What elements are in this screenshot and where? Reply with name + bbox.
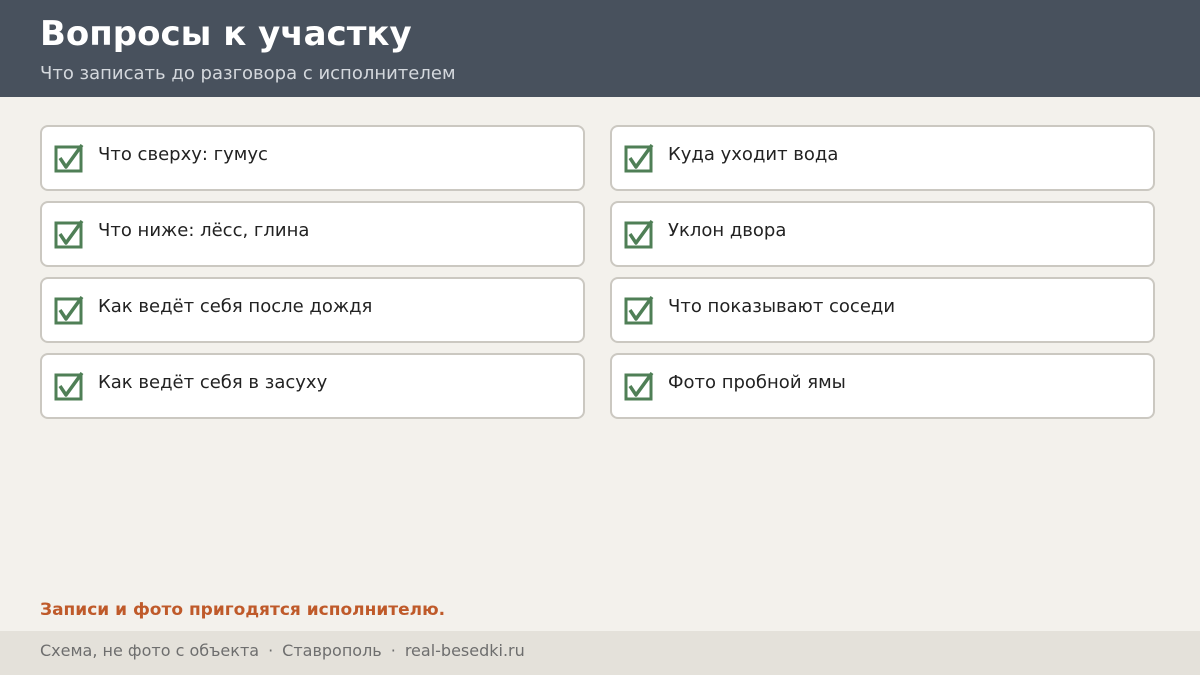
- footer-site: real-besedki.ru: [404, 641, 525, 660]
- checklist-item-label: Что сверху: гумус: [98, 144, 268, 165]
- checklist-item: Что показывают соседи: [610, 277, 1155, 343]
- checklist-item-label: Как ведёт себя в засуху: [98, 372, 328, 393]
- footer-city: Ставрополь: [282, 641, 382, 660]
- checklist-item: Куда уходит вода: [610, 125, 1155, 191]
- checked-box-icon: [54, 296, 84, 325]
- header: Вопросы к участку Что записать до разгов…: [0, 0, 1200, 97]
- checked-box-icon: [54, 144, 84, 173]
- checklist-item: Что сверху: гумус: [40, 125, 585, 191]
- checked-box-icon: [54, 372, 84, 401]
- checked-box-icon: [624, 296, 654, 325]
- checklist-item-label: Фото пробной ямы: [668, 372, 846, 393]
- checked-box-icon: [54, 220, 84, 249]
- footer: Схема, не фото с объекта · Ставрополь · real…: [0, 631, 1200, 675]
- page-subtitle: Что записать до разговора с исполнителем: [40, 63, 456, 84]
- checklist-item: Как ведёт себя после дождя: [40, 277, 585, 343]
- checked-box-icon: [624, 220, 654, 249]
- checklist-item: Уклон двора: [610, 201, 1155, 267]
- checklist-item-label: Что показывают соседи: [668, 296, 896, 317]
- checklist-item-label: Что ниже: лёсс, глина: [98, 220, 310, 241]
- footer-separator: ·: [390, 641, 396, 660]
- checklist-item-label: Уклон двора: [668, 220, 787, 241]
- checklist-item-label: Как ведёт себя после дождя: [98, 296, 373, 317]
- footer-text: Схема, не фото с объекта · Ставрополь · real…: [40, 641, 525, 660]
- page-title: Вопросы к участку: [40, 14, 412, 54]
- checked-box-icon: [624, 372, 654, 401]
- checklist-item-label: Куда уходит вода: [668, 144, 839, 165]
- checked-box-icon: [624, 144, 654, 173]
- checklist-item: Фото пробной ямы: [610, 353, 1155, 419]
- footer-caption: Схема, не фото с объекта: [40, 641, 260, 660]
- checklist-item: Как ведёт себя в засуху: [40, 353, 585, 419]
- footnote-callout: Записи и фото пригодятся исполнителю.: [40, 600, 446, 620]
- footer-separator: ·: [268, 641, 274, 660]
- checklist-item: Что ниже: лёсс, глина: [40, 201, 585, 267]
